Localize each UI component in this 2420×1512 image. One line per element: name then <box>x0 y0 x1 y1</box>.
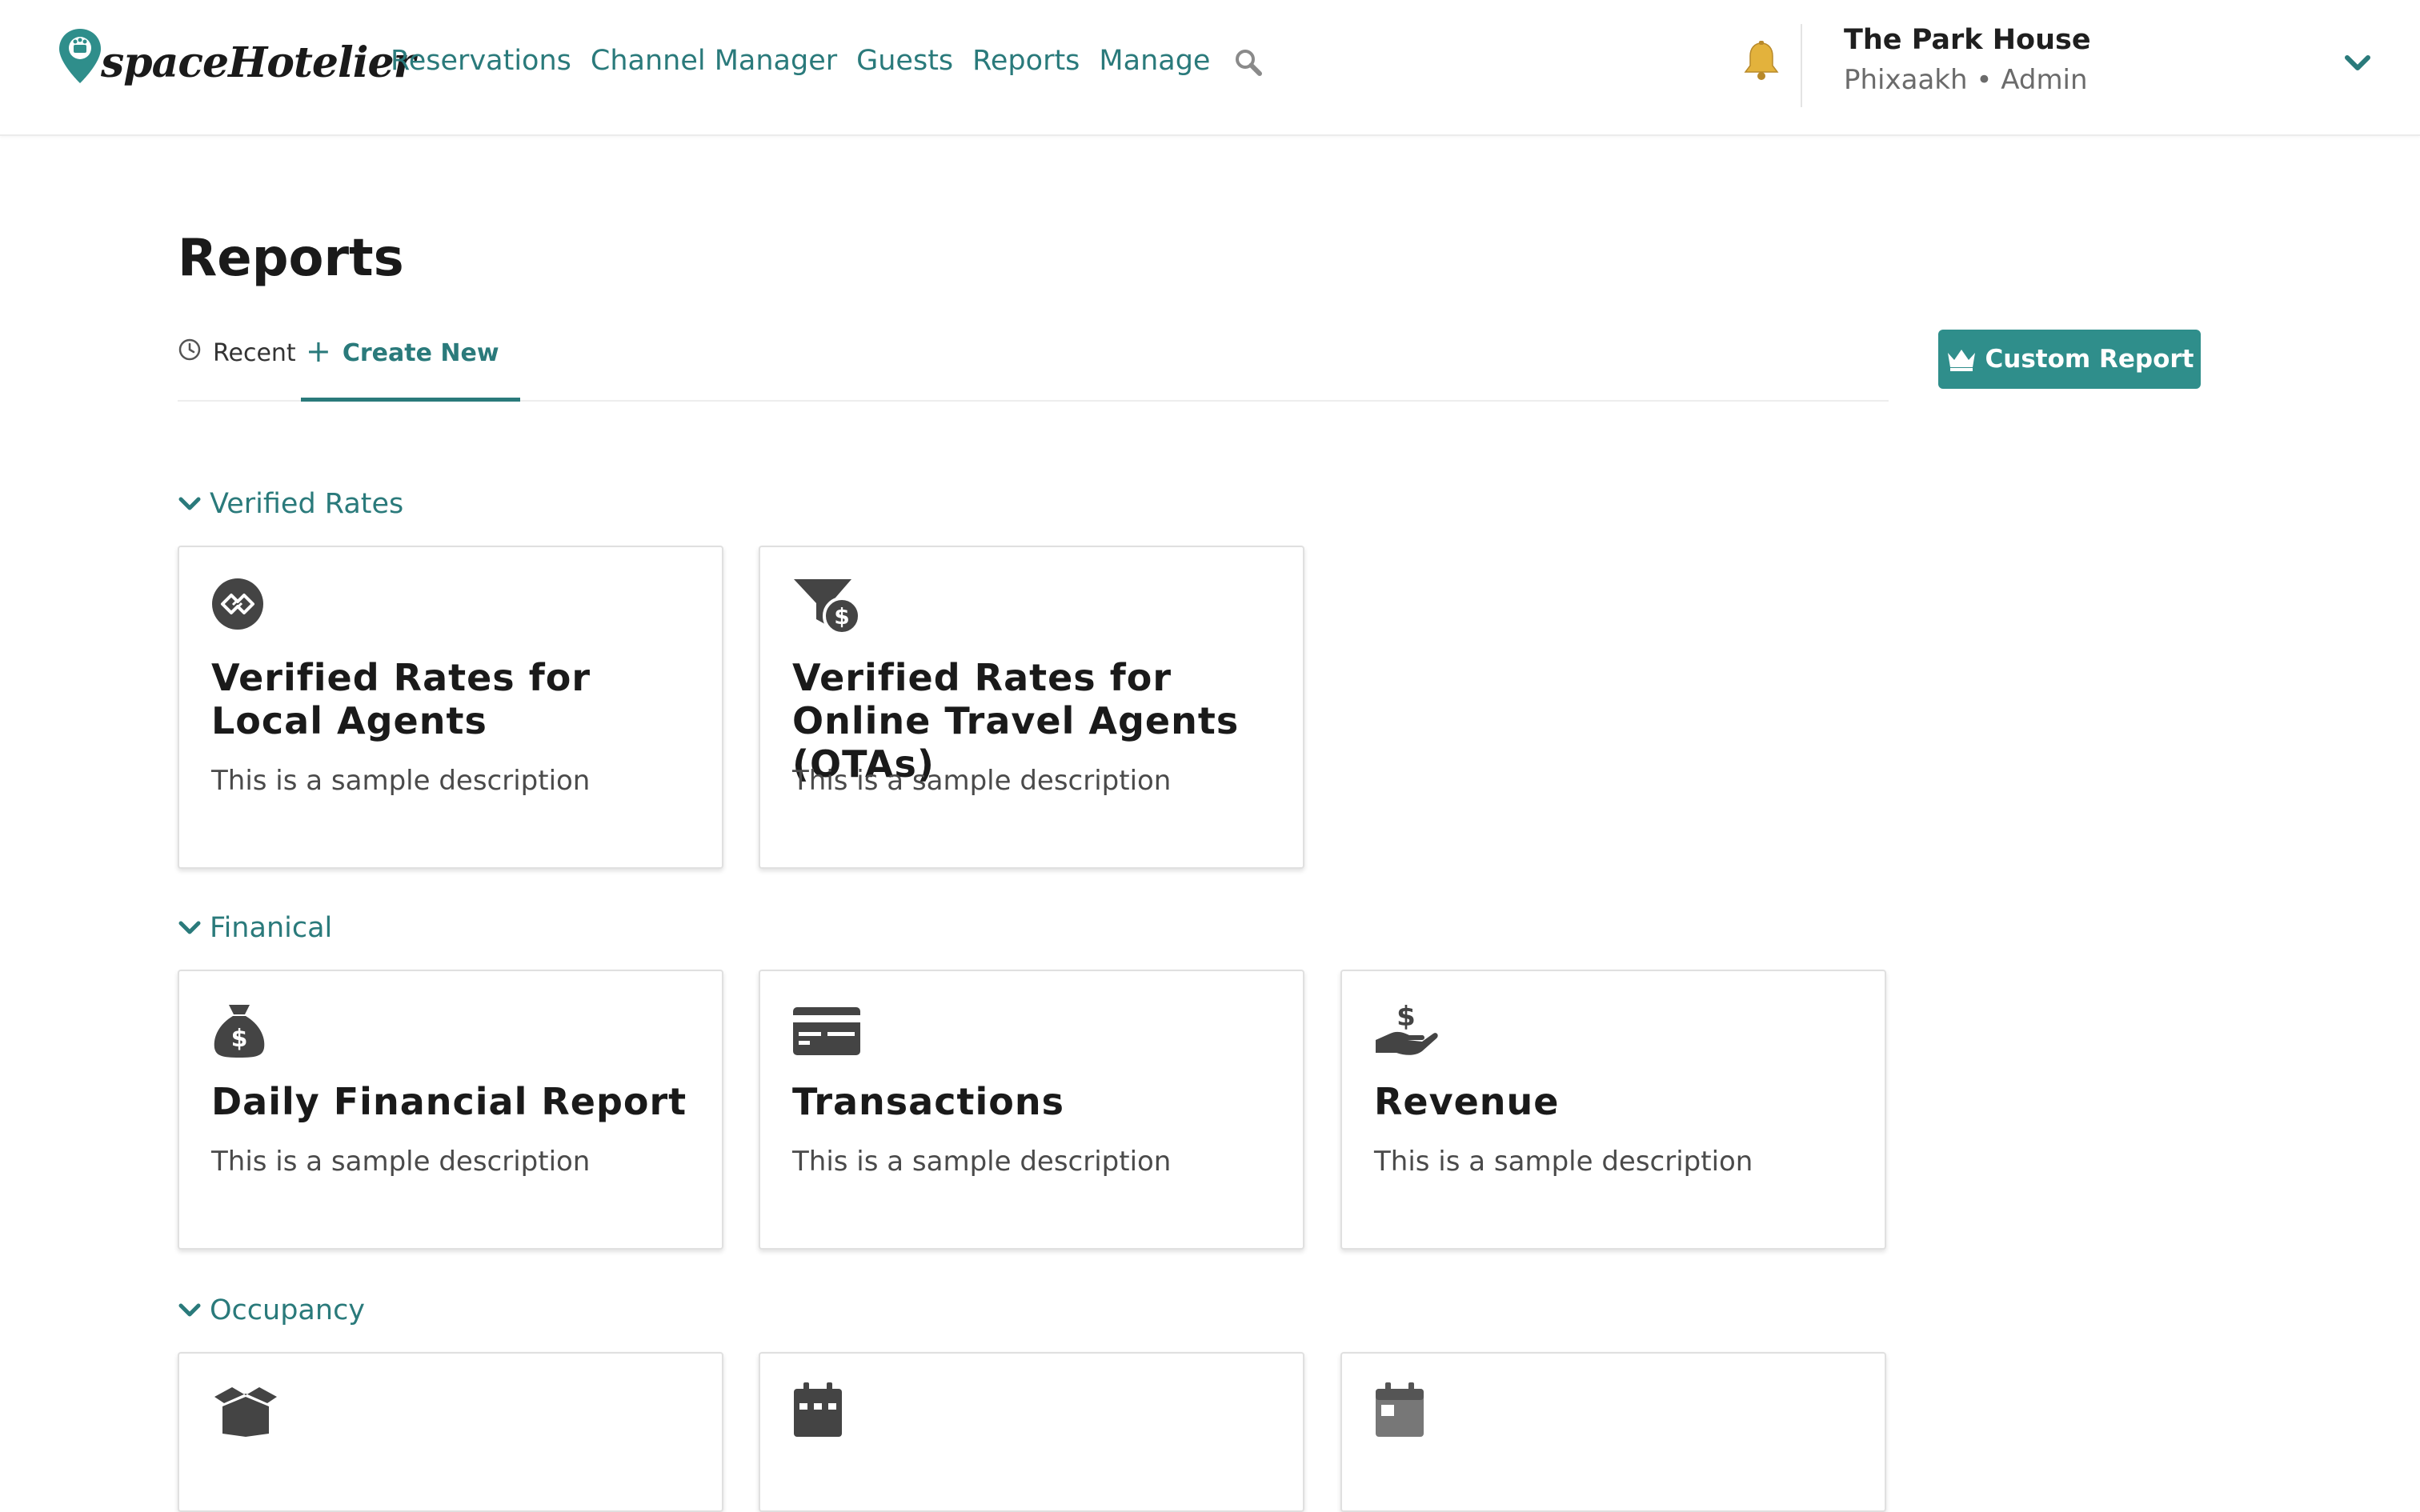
card-description: This is a sample description <box>211 1146 591 1178</box>
custom-report-button[interactable]: Custom Report <box>1938 330 2201 389</box>
svg-text:$: $ <box>231 1025 248 1053</box>
report-card[interactable]: $ Revenue This is a sample description <box>1340 970 1886 1250</box>
card-title: Transactions <box>792 1080 1064 1123</box>
report-card[interactable] <box>178 1352 723 1512</box>
section-occupancy[interactable]: Occupancy <box>178 1294 365 1326</box>
section-financial[interactable]: Finanical <box>178 912 332 944</box>
calendar-day-icon <box>1376 1382 1424 1437</box>
report-card[interactable] <box>1340 1352 1886 1512</box>
section-title: Finanical <box>210 912 333 944</box>
section-title: Occupancy <box>210 1294 366 1326</box>
top-navbar: spaceHotelier Reservations Channel Manag… <box>0 0 2420 136</box>
header-divider <box>1801 24 1802 107</box>
card-title: Verified Rates for Local Agents <box>211 656 591 742</box>
report-card[interactable]: $ Daily Financial Report This is a sampl… <box>178 970 723 1250</box>
nav-channel-manager[interactable]: Channel Manager <box>591 45 837 77</box>
calendar-icon <box>794 1382 842 1437</box>
nav-manage[interactable]: Manage <box>1099 45 1210 77</box>
card-title: Revenue <box>1374 1080 1560 1123</box>
bell-icon[interactable] <box>1741 40 1781 82</box>
svg-text:$: $ <box>1396 1002 1416 1033</box>
tab-create-new[interactable]: + Create New <box>301 334 520 402</box>
nav-reports[interactable]: Reports <box>972 45 1080 77</box>
tab-recent-label: Recent <box>213 339 296 367</box>
chevron-down-icon <box>178 921 201 934</box>
card-description: This is a sample description <box>211 765 591 797</box>
map-pin-icon <box>59 29 101 83</box>
report-card[interactable]: Transactions This is a sample descriptio… <box>759 970 1304 1250</box>
search-icon[interactable] <box>1232 46 1264 78</box>
section-title: Verified Rates <box>210 488 404 520</box>
chevron-down-icon <box>178 1303 201 1317</box>
account-switcher[interactable]: The Park House Phixaakh • Admin <box>1844 24 2091 96</box>
clock-icon <box>178 338 201 361</box>
chevron-down-icon <box>178 497 201 510</box>
card-description: This is a sample description <box>1374 1146 1753 1178</box>
card-description: This is a sample description <box>792 1146 1172 1178</box>
hand-dollar-icon: $ <box>1376 1002 1438 1055</box>
funnel-dollar-icon: $ <box>794 579 861 635</box>
brand-logo[interactable]: spaceHotelier <box>58 24 415 112</box>
report-card[interactable] <box>759 1352 1304 1512</box>
plus-icon: + <box>306 334 331 369</box>
section-verified-rates[interactable]: Verified Rates <box>178 488 403 520</box>
main-nav: Reservations Channel Manager Guests Repo… <box>391 45 1264 77</box>
user-role: Phixaakh • Admin <box>1844 64 2088 96</box>
page-title: Reports <box>178 229 404 288</box>
hotel-name: The Park House <box>1844 24 2091 56</box>
money-bag-icon: $ <box>214 1005 265 1058</box>
box-open-icon <box>214 1387 277 1437</box>
svg-text:$: $ <box>834 603 849 630</box>
credit-card-icon <box>793 1007 860 1055</box>
nav-reservations[interactable]: Reservations <box>391 45 571 77</box>
report-tabs: Recent + Create New <box>178 323 1889 402</box>
report-card[interactable]: Verified Rates for Local Agents This is … <box>178 546 723 869</box>
nav-guests[interactable]: Guests <box>856 45 953 77</box>
tab-create-new-label: Create New <box>342 339 499 367</box>
chevron-down-icon[interactable] <box>2343 53 2372 74</box>
custom-report-label: Custom Report <box>1985 345 2194 374</box>
brand-name: spaceHotelier <box>101 38 415 87</box>
tab-recent[interactable]: Recent <box>178 338 296 400</box>
card-description: This is a sample description <box>792 765 1172 797</box>
handshake-icon <box>212 578 263 630</box>
crown-icon <box>1947 350 1975 371</box>
report-card[interactable]: $ Verified Rates for Online Travel Agent… <box>759 546 1304 869</box>
card-title: Daily Financial Report <box>211 1080 687 1123</box>
